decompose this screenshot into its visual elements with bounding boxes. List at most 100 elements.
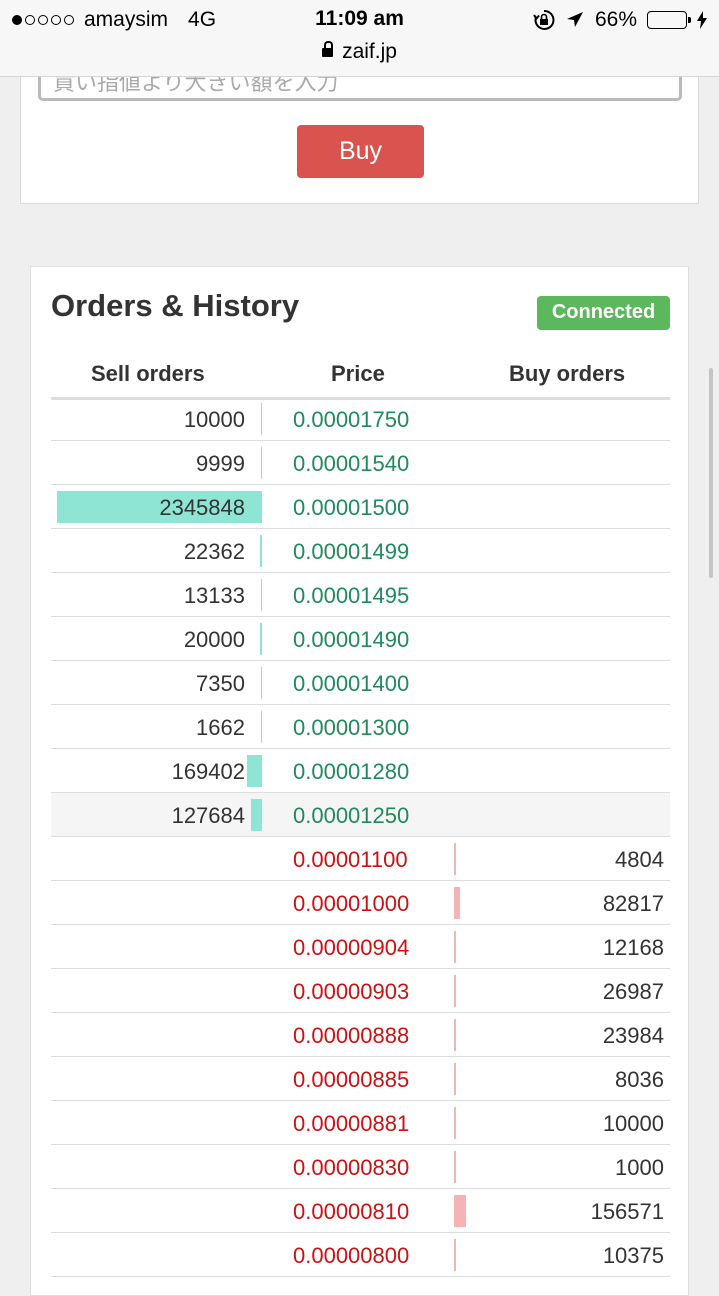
sell-depth-bar [250, 799, 262, 831]
sell-order-row[interactable]: 13133 0.00001495 [51, 573, 670, 617]
bid-price: 0.00000903 [293, 979, 410, 1004]
ask-price: 0.00001540 [293, 451, 410, 476]
sell-quantity: 1662 [196, 715, 245, 740]
status-icons: 66% [533, 8, 707, 32]
buy-orders-header: Buy orders [509, 361, 626, 386]
buy-depth-bar [454, 975, 457, 1007]
sell-order-row[interactable]: 20000 0.00001490 [51, 617, 670, 661]
ask-price: 0.00001490 [293, 627, 410, 652]
sell-quantity: 13133 [183, 583, 245, 608]
bid-price: 0.00000810 [293, 1199, 410, 1224]
status-bar: amaysim 4G 11:09 am zaif.jp 66% [0, 0, 719, 77]
bid-price: 0.00000885 [293, 1067, 410, 1092]
buy-quantity: 1000 [615, 1155, 664, 1180]
buy-quantity: 156571 [590, 1199, 664, 1224]
battery-percent: 66% [594, 8, 637, 31]
ask-price: 0.00001300 [293, 715, 410, 740]
sell-depth-bar [260, 623, 262, 655]
buy-quantity: 23984 [602, 1023, 664, 1048]
buy-quantity: 82817 [602, 891, 664, 916]
bid-price: 0.00000830 [293, 1155, 410, 1180]
buy-quantity: 10000 [602, 1111, 664, 1136]
sell-order-row[interactable]: 1662 0.00001300 [51, 705, 670, 749]
ask-price: 0.00001400 [293, 671, 410, 696]
orders-history-card: Orders & History Connected Sell orders P… [30, 266, 689, 1296]
sell-order-row[interactable]: 10000 0.00001750 [51, 397, 670, 441]
buy-order-row[interactable]: 0.00001000 82817 [51, 881, 670, 925]
sell-quantity: 22362 [183, 539, 245, 564]
ask-price: 0.00001280 [293, 759, 410, 784]
buy-quantity: 8036 [615, 1067, 664, 1092]
buy-form-card: 買い指値より大きい額を入力 Buy [20, 60, 699, 204]
battery-icon [647, 11, 691, 29]
buy-depth-bar [454, 1195, 466, 1227]
connection-status-badge: Connected [537, 296, 670, 330]
location-arrow-icon [566, 12, 583, 27]
sell-order-row[interactable]: 9999 0.00001540 [51, 441, 670, 485]
sell-order-row[interactable]: 169402 0.00001280 [51, 749, 670, 793]
bid-price: 0.00001000 [293, 891, 410, 916]
sell-depth-bar [260, 667, 262, 699]
sell-depth-bar [260, 535, 262, 567]
buy-depth-bar [454, 1151, 456, 1183]
sell-order-row[interactable]: 7350 0.00001400 [51, 661, 670, 705]
sell-quantity: 20000 [183, 627, 245, 652]
url-text: zaif.jp [342, 40, 397, 63]
sell-depth-bar [247, 755, 262, 787]
order-book-header: Sell orders Price Buy orders [51, 355, 670, 400]
buy-quantity: 12168 [602, 935, 664, 960]
buy-quantity: 10375 [602, 1243, 664, 1268]
bid-price: 0.00000881 [293, 1111, 410, 1136]
buy-quantity: 4804 [615, 847, 664, 872]
sell-quantity: 2345848 [159, 495, 245, 520]
buy-depth-bar [454, 1239, 456, 1271]
sell-quantity: 9999 [196, 451, 245, 476]
order-book-rows: 10000 0.00001750 9999 0.00001540 2345848 0.00… [51, 397, 670, 1277]
bid-price: 0.00000800 [293, 1243, 410, 1268]
ask-price: 0.00001750 [293, 407, 410, 432]
address-bar[interactable]: zaif.jp [0, 40, 719, 64]
ask-price: 0.00001250 [293, 803, 410, 828]
buy-order-row[interactable]: 0.00000810 156571 [51, 1189, 670, 1233]
sell-depth-bar [260, 447, 262, 479]
ask-price: 0.00001499 [293, 539, 410, 564]
buy-order-row[interactable]: 0.00000830 1000 [51, 1145, 670, 1189]
sell-order-row[interactable]: 22362 0.00001499 [51, 529, 670, 573]
buy-order-row[interactable]: 0.00001100 4804 [51, 837, 670, 881]
charging-bolt-icon [697, 11, 707, 29]
sell-orders-header: Sell orders [91, 361, 205, 386]
sell-quantity: 127684 [171, 803, 245, 828]
buy-depth-bar [454, 843, 456, 875]
scrollbar[interactable] [709, 368, 713, 578]
ask-price: 0.00001495 [293, 583, 410, 608]
sell-quantity: 10000 [183, 407, 245, 432]
buy-order-row[interactable]: 0.00000881 10000 [51, 1101, 670, 1145]
card-title: Orders & History [51, 288, 300, 323]
buy-depth-bar [454, 1063, 456, 1095]
bid-price: 0.00000888 [293, 1023, 410, 1048]
sell-depth-bar [260, 403, 262, 435]
buy-depth-bar [454, 887, 461, 919]
rotation-lock-icon [533, 9, 555, 30]
buy-order-row[interactable]: 0.00000800 10375 [51, 1233, 670, 1277]
sell-depth-bar [260, 579, 262, 611]
buy-order-row[interactable]: 0.00000904 12168 [51, 925, 670, 969]
bid-price: 0.00001100 [293, 847, 408, 872]
sell-quantity: 169402 [171, 759, 245, 784]
lock-icon [322, 41, 334, 57]
ask-price: 0.00001500 [293, 495, 410, 520]
buy-depth-bar [454, 1019, 456, 1051]
sell-depth-bar [260, 711, 262, 743]
buy-button[interactable]: Buy [297, 125, 424, 178]
buy-order-row[interactable]: 0.00000885 8036 [51, 1057, 670, 1101]
sell-order-row[interactable]: 127684 0.00001250 [51, 793, 670, 837]
buy-depth-bar [454, 931, 456, 963]
buy-order-row[interactable]: 0.00000903 26987 [51, 969, 670, 1013]
bid-price: 0.00000904 [293, 935, 410, 960]
sell-order-row[interactable]: 2345848 0.00001500 [51, 485, 670, 529]
sell-quantity: 7350 [196, 671, 245, 696]
buy-order-row[interactable]: 0.00000888 23984 [51, 1013, 670, 1057]
buy-quantity: 26987 [602, 979, 664, 1004]
price-header: Price [331, 361, 385, 386]
buy-depth-bar [454, 1107, 456, 1139]
